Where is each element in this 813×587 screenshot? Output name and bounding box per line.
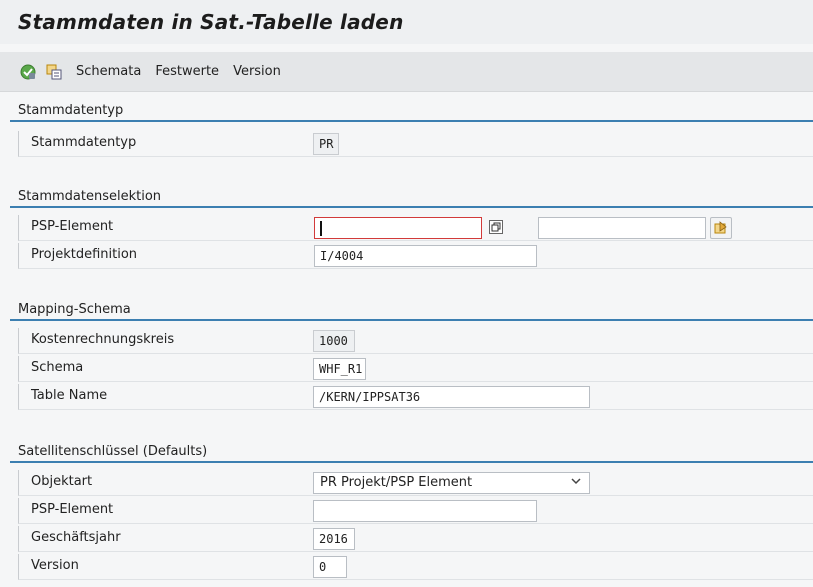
row-table-name: Table Name /KERN/IPPSAT36 (18, 384, 813, 410)
kostenrechnungskreis-field[interactable]: 1000 (313, 330, 355, 352)
row-version: Version 0 (18, 554, 813, 580)
version-input[interactable]: 0 (313, 556, 347, 578)
section-title: Stammdatentyp (18, 102, 124, 118)
row-psp-element-default: PSP-Element (18, 498, 813, 524)
field-label: Kostenrechnungskreis (31, 332, 175, 347)
version-button[interactable]: Version (233, 64, 281, 79)
objektart-selected-value: PR Projekt/PSP Element (320, 475, 473, 490)
row-kostenrechnungskreis: Kostenrechnungskreis 1000 (18, 328, 813, 354)
field-label: Stammdatentyp (31, 135, 137, 150)
row-geschaeftsjahr: Geschäftsjahr 2016 (18, 526, 813, 552)
application-toolbar: Schemata Festwerte Version (0, 52, 813, 92)
geschaeftsjahr-input[interactable]: 2016 (313, 528, 355, 550)
psp-element-from-input[interactable] (314, 217, 482, 239)
row-stammdatentyp: Stammdatentyp PR (18, 131, 813, 157)
projektdefinition-input[interactable]: I/4004 (314, 245, 537, 267)
chevron-down-icon (571, 478, 581, 485)
row-projektdefinition: Projektdefinition I/4004 (18, 243, 813, 269)
section-header-satellit: Satellitenschlüssel (Defaults) (10, 441, 813, 463)
field-label: PSP-Element (31, 502, 114, 517)
field-label: Projektdefinition (31, 247, 138, 262)
stammdatentyp-field[interactable]: PR (313, 133, 339, 155)
row-psp-element-selection: PSP-Element (18, 215, 813, 241)
field-label: Table Name (31, 388, 108, 403)
text-cursor (320, 221, 322, 236)
range-selection-button[interactable] (710, 217, 732, 239)
title-bar: Stammdaten in Sat.-Tabelle laden (0, 0, 813, 44)
section-header-selektion: Stammdatenselektion (10, 186, 813, 208)
section-title: Satellitenschlüssel (Defaults) (18, 443, 208, 459)
schemata-button[interactable]: Schemata (76, 64, 141, 79)
window-title: Stammdaten in Sat.-Tabelle laden (18, 10, 404, 34)
section-header-mapping: Mapping-Schema (10, 299, 813, 321)
field-label: PSP-Element (31, 219, 114, 234)
psp-element-to-input[interactable] (538, 217, 706, 239)
section-header-stammdatentyp: Stammdatentyp (10, 100, 813, 122)
row-schema: Schema WHF_R1 (18, 356, 813, 382)
execute-icon[interactable] (20, 64, 36, 80)
table-name-input[interactable]: /KERN/IPPSAT36 (313, 386, 590, 408)
schema-input[interactable]: WHF_R1 (313, 358, 366, 380)
psp-element-default-input[interactable] (313, 500, 537, 522)
section-title: Mapping-Schema (18, 301, 131, 317)
copy-variant-icon[interactable] (46, 64, 62, 80)
objektart-select[interactable]: PR Projekt/PSP Element (313, 472, 590, 494)
field-label: Geschäftsjahr (31, 530, 121, 545)
section-title: Stammdatenselektion (18, 188, 162, 204)
arrow-right-icon (714, 221, 727, 234)
multiple-selection-icon[interactable] (489, 220, 503, 234)
field-label: Objektart (31, 474, 93, 489)
row-objektart: Objektart PR Projekt/PSP Element (18, 470, 813, 496)
field-label: Version (31, 558, 79, 573)
festwerte-button[interactable]: Festwerte (155, 64, 219, 79)
field-label: Schema (31, 360, 84, 375)
